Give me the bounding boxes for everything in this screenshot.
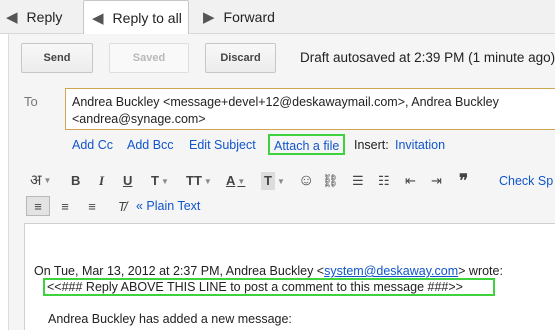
to-field-line-2: <andrea@synage.com> — [72, 112, 206, 126]
add-cc-link[interactable]: Add Cc — [72, 138, 113, 152]
text-color-button[interactable]: A ▼ — [226, 172, 245, 190]
tab-reply-label: Reply — [26, 9, 63, 25]
emoji-button[interactable]: ☺ — [298, 172, 314, 190]
invitation-link[interactable]: Invitation — [395, 138, 445, 152]
quote-end: > wrote: — [458, 264, 503, 278]
remove-formatting-icon: T̸ — [118, 198, 126, 214]
italic-button[interactable]: I — [99, 172, 104, 190]
chevron-down-icon: ▼ — [160, 176, 169, 186]
to-field-line-1: Andrea Buckley <message+devel+12@deskawa… — [72, 95, 499, 109]
attach-file-link[interactable]: Attach a file — [268, 134, 346, 155]
bold-button[interactable]: B — [71, 172, 80, 190]
reply-all-icon: ◀ — [92, 10, 104, 27]
reply-above-marker: <<### Reply ABOVE THIS LINE to post a co… — [43, 278, 495, 296]
indent-less-icon: ⇤ — [405, 173, 416, 188]
indent-less-button[interactable]: ⇤ — [405, 172, 416, 190]
italic-icon: I — [99, 173, 105, 188]
underline-button[interactable]: U — [123, 172, 132, 190]
align-right-icon: ≡ — [88, 198, 96, 214]
chevron-down-icon: ▼ — [203, 176, 212, 186]
numbered-list-button[interactable]: ☰ — [352, 172, 364, 190]
to-label: To — [24, 94, 38, 109]
input-tools-button[interactable]: अ ▼ — [30, 172, 51, 190]
quote-header: On Tue, Mar 13, 2012 at 2:37 PM, Andrea … — [34, 264, 503, 278]
text-size-icon: TT — [186, 173, 202, 188]
highlight-icon: T — [261, 172, 275, 190]
draft-status: Draft autosaved at 2:39 PM (1 minute ago… — [300, 50, 555, 65]
send-button[interactable]: Send — [21, 43, 93, 73]
quote-button[interactable]: ❞ — [459, 172, 468, 190]
font-button[interactable]: T ▼ — [151, 172, 169, 190]
align-center-button[interactable]: ≡ — [53, 196, 77, 216]
align-center-icon: ≡ — [61, 198, 69, 214]
underline-icon: U — [123, 173, 133, 188]
font-icon: T — [151, 173, 159, 188]
to-field[interactable]: Andrea Buckley <message+devel+12@deskawa… — [65, 88, 555, 130]
quote-intro: On Tue, Mar 13, 2012 at 2:37 PM, Andrea … — [34, 264, 325, 278]
tab-forward-label: Forward — [223, 9, 275, 25]
bulleted-list-icon: ☷ — [378, 173, 390, 188]
tab-reply-all[interactable]: ◀ Reply to all — [83, 0, 189, 35]
indent-more-icon: ⇥ — [431, 173, 442, 188]
link-icon: ⛓ — [322, 173, 339, 188]
bulleted-list-button[interactable]: ☷ — [378, 172, 390, 190]
discard-button[interactable]: Discard — [205, 43, 276, 73]
chevron-down-icon: ▼ — [43, 176, 52, 186]
text-color-icon: A — [226, 173, 236, 188]
plain-text-link[interactable]: « Plain Text — [136, 199, 200, 213]
chevron-down-icon: ▼ — [276, 176, 285, 186]
tab-forward[interactable]: ▶ Forward — [203, 0, 275, 34]
numbered-list-icon: ☰ — [352, 173, 364, 188]
align-right-button[interactable]: ≡ — [80, 196, 104, 216]
reply-tabs: ◀ Reply ◀ Reply to all ▶ Forward — [0, 0, 555, 35]
chevron-down-icon: ▼ — [237, 176, 246, 186]
add-bcc-link[interactable]: Add Bcc — [127, 138, 174, 152]
insert-label: Insert: — [354, 138, 389, 152]
bold-icon: B — [71, 173, 81, 188]
remove-formatting-button[interactable]: T̸ — [110, 196, 134, 216]
emoji-icon: ☺ — [298, 172, 315, 189]
indent-more-button[interactable]: ⇥ — [431, 172, 442, 190]
tab-reply[interactable]: ◀ Reply — [6, 0, 62, 34]
input-tools-icon: अ — [30, 172, 42, 189]
highlight-button[interactable]: T ▼ — [261, 172, 285, 190]
quote-icon: ❞ — [459, 171, 469, 190]
link-button[interactable]: ⛓ — [322, 172, 339, 190]
message-body-line: Andrea Buckley has added a new message: — [48, 312, 292, 326]
text-size-button[interactable]: TT ▼ — [186, 172, 212, 190]
edit-subject-link[interactable]: Edit Subject — [189, 138, 256, 152]
tab-reply-all-label: Reply to all — [112, 10, 182, 26]
saved-button[interactable]: Saved — [109, 43, 189, 73]
reply-icon: ◀ — [6, 9, 18, 26]
align-left-icon: ≡ — [34, 198, 42, 214]
align-left-button[interactable]: ≡ — [26, 196, 50, 216]
quote-email-link[interactable]: system@deskaway.com — [324, 264, 458, 278]
check-spelling-link[interactable]: Check Sp — [499, 174, 553, 188]
forward-icon: ▶ — [203, 9, 215, 26]
